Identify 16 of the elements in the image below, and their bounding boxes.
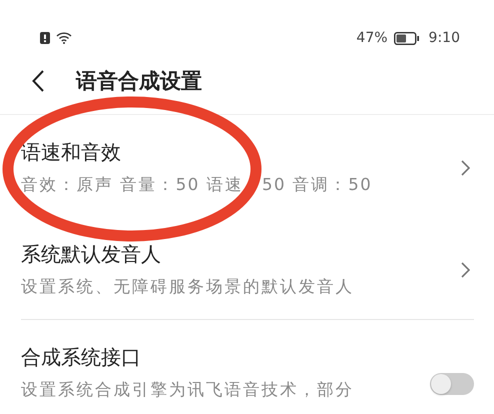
page-title: 语音合成设置 (76, 68, 202, 95)
toggle-switch[interactable] (430, 372, 474, 394)
wifi-icon (56, 32, 72, 44)
setting-description: 音效：原声 音量：50 语速 50 音调：50 (21, 174, 374, 196)
alert-icon (40, 32, 50, 44)
back-icon[interactable] (32, 70, 44, 92)
setting-description: 设置系统合成引擎为讯飞语音技术，部分 (21, 379, 355, 401)
chevron-icon[interactable] (461, 262, 470, 278)
setting-title[interactable]: 系统默认发音人 (21, 241, 461, 268)
battery-icon (394, 32, 420, 44)
setting-description: 设置系统、无障碍服务场景的默认发音人 (21, 276, 355, 298)
clock: 9:10 (428, 30, 460, 46)
chevron-icon[interactable] (461, 160, 470, 176)
setting-title[interactable]: 合成系统接口 (21, 344, 430, 371)
battery-percent: 47% (356, 30, 388, 46)
setting-title[interactable]: 语速和音效 (21, 139, 461, 166)
